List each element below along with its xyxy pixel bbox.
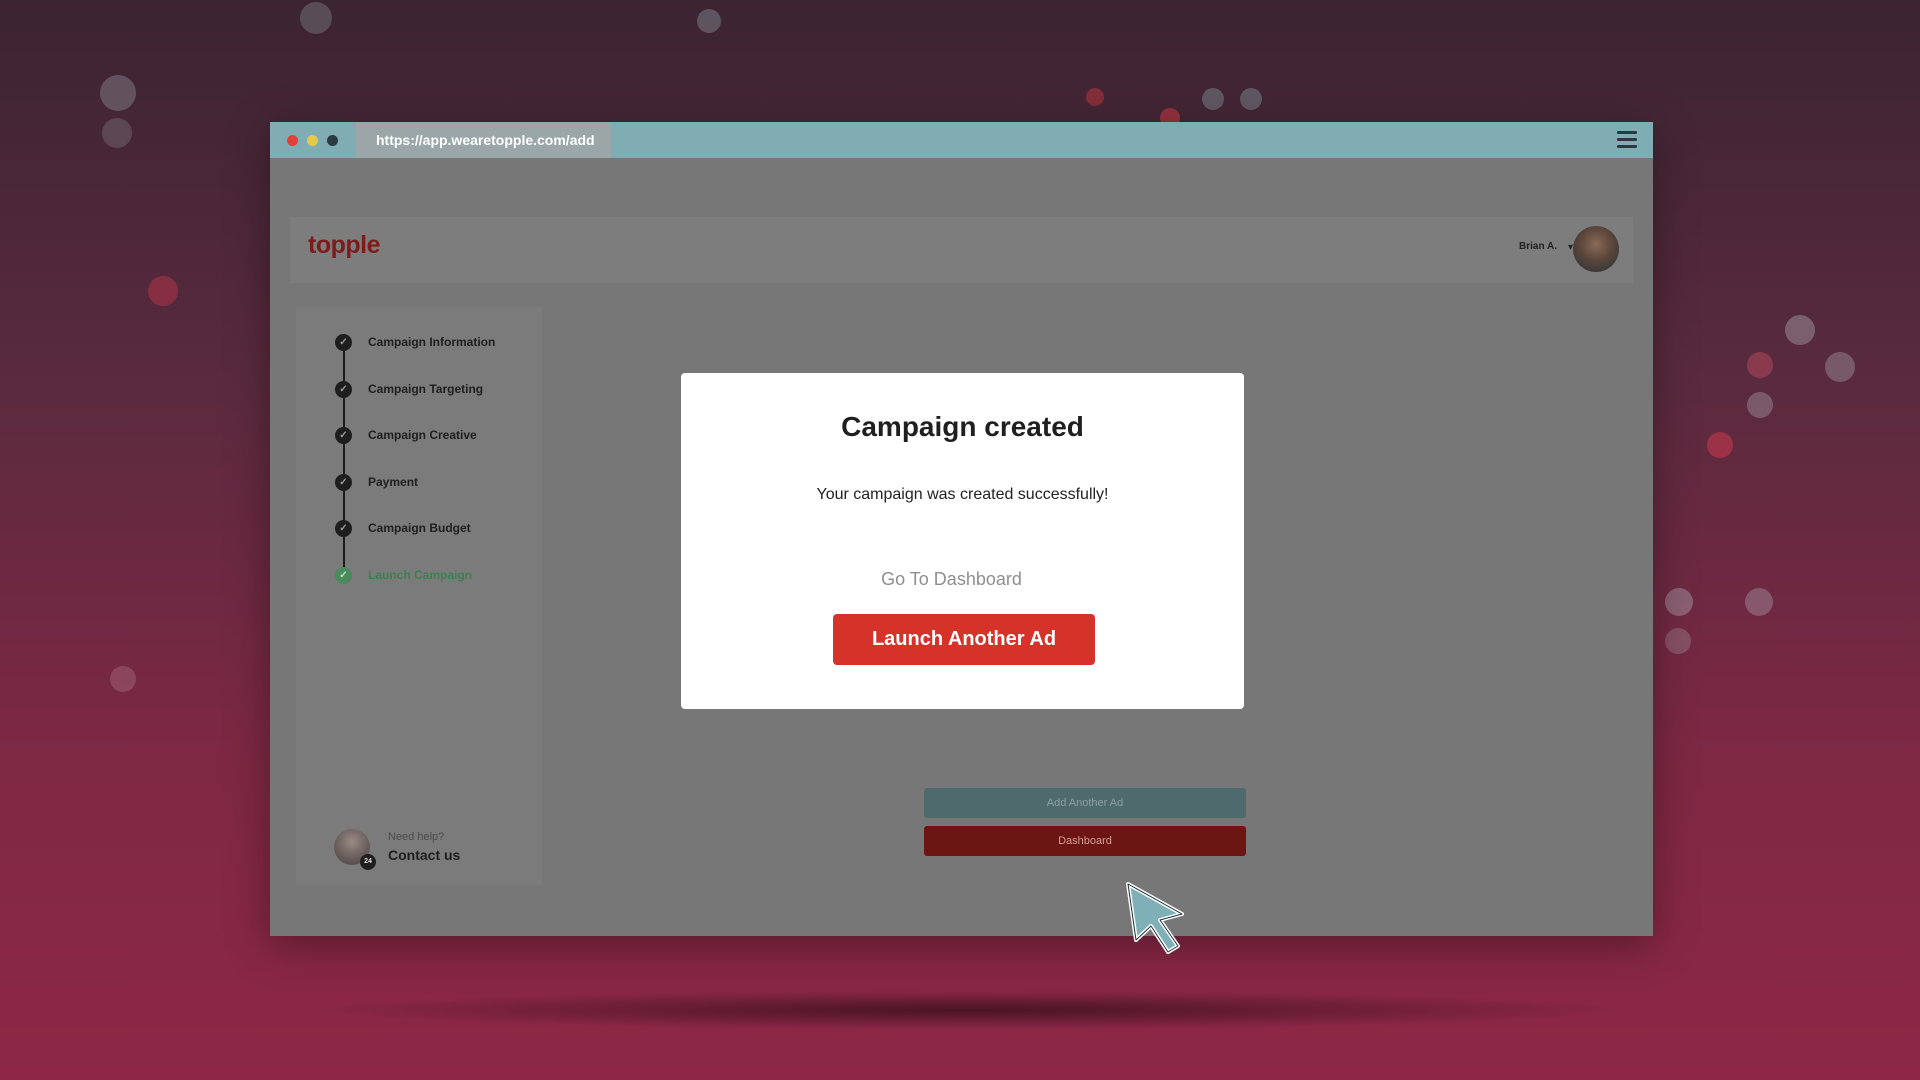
modal-title: Campaign created: [841, 411, 1084, 442]
bokeh-red: [148, 276, 178, 306]
modal-message: Your campaign was created successfully!: [816, 486, 1109, 503]
menu-bar: [1617, 131, 1637, 134]
bokeh-light: [1747, 392, 1773, 418]
help-contact[interactable]: 24 Need help? Contact us: [334, 827, 534, 875]
help-caption: Need help?: [388, 831, 445, 843]
user-name[interactable]: Brian A.: [1519, 241, 1557, 252]
close-dot[interactable]: [287, 135, 298, 146]
browser-titlebar: https://app.wearetopple.com/add: [270, 122, 1653, 158]
menu-bar: [1617, 138, 1637, 141]
support-24-badge: 24: [360, 854, 376, 870]
menu-bar: [1617, 145, 1637, 148]
bokeh-light: [1665, 628, 1691, 654]
check-icon: ✓: [335, 427, 352, 444]
app-header: topple Brian A. ▾: [290, 217, 1633, 283]
step-label: Payment: [368, 475, 419, 489]
bokeh-red: [1747, 352, 1773, 378]
bokeh-light: [1785, 315, 1815, 345]
bokeh-light: [1745, 588, 1773, 616]
check-icon: ✓: [335, 381, 352, 398]
bokeh-light: [1202, 88, 1224, 110]
user-avatar[interactable]: [1573, 226, 1619, 272]
topple-logo[interactable]: topple: [308, 231, 381, 260]
mouse-pointer-icon: [1126, 882, 1184, 954]
bokeh-red: [1707, 432, 1733, 458]
launch-another-ad-button[interactable]: Launch Another Ad: [833, 614, 1095, 665]
check-icon: ✓: [335, 334, 352, 351]
bokeh-light: [100, 75, 136, 111]
bokeh-light: [110, 666, 136, 692]
minimize-dot[interactable]: [307, 135, 318, 146]
steps-sidebar: ✓ Campaign Information ✓ Campaign Target…: [296, 307, 542, 885]
window-shadow: [300, 990, 1640, 1030]
go-to-dashboard-link[interactable]: Go To Dashboard: [681, 569, 1222, 590]
step-label: Launch Campaign: [368, 568, 473, 582]
url-bar[interactable]: https://app.wearetopple.com/add: [356, 122, 611, 158]
bokeh-light: [1665, 588, 1693, 616]
bokeh-light: [102, 118, 132, 148]
check-icon: ✓: [335, 520, 352, 537]
step-label: Campaign Creative: [368, 428, 477, 442]
add-another-ad-button[interactable]: Add Another Ad: [924, 788, 1246, 818]
bokeh-light: [697, 9, 721, 33]
check-icon: ✓: [335, 474, 352, 491]
contact-us-link[interactable]: Contact us: [388, 847, 460, 863]
check-icon: ✓: [335, 567, 352, 584]
step-label: Campaign Information: [368, 335, 496, 349]
dashboard-button[interactable]: Dashboard: [924, 826, 1246, 856]
hamburger-menu-icon[interactable]: [1617, 131, 1637, 149]
step-label: Campaign Budget: [368, 521, 471, 535]
maximize-dot[interactable]: [327, 135, 338, 146]
bokeh-light: [300, 2, 332, 34]
campaign-created-modal: Campaign created Your campaign was creat…: [681, 373, 1244, 709]
step-label: Campaign Targeting: [368, 382, 484, 396]
bokeh-red: [1086, 88, 1104, 106]
bokeh-light: [1240, 88, 1262, 110]
bokeh-light: [1825, 352, 1855, 382]
